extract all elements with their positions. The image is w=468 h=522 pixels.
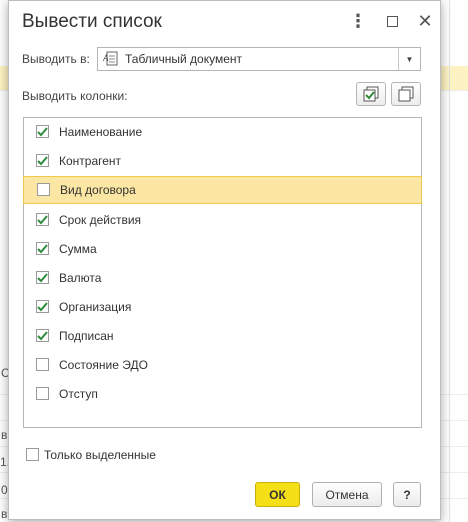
checkbox-checked[interactable] [36, 329, 49, 342]
more-actions-icon[interactable]: ⋮ [348, 11, 368, 31]
column-item[interactable]: Организация [24, 293, 421, 321]
uncheck-all-icon [398, 86, 414, 102]
columns-list: Наименование Контрагент Вид договора Сро… [23, 117, 422, 428]
spreadsheet-doc-icon: A [102, 51, 119, 69]
column-label: Валюта [59, 271, 102, 285]
check-all-icon [363, 86, 379, 102]
svg-text:A: A [103, 53, 109, 63]
column-label: Состояние ЭДО [59, 358, 148, 372]
bg-divider [449, 0, 450, 522]
checkbox-checked[interactable] [36, 271, 49, 284]
output-list-dialog: Вывести список ⋮ ✕ Выводить в: A Табличн… [8, 0, 441, 520]
maximize-icon[interactable] [382, 11, 402, 31]
checkbox-checked[interactable] [36, 213, 49, 226]
column-item[interactable]: Контрагент [24, 147, 421, 175]
column-label: Вид договора [60, 183, 136, 197]
checkbox-unchecked[interactable] [36, 387, 49, 400]
output-to-select[interactable]: A Табличный документ ▼ [97, 47, 421, 71]
checkbox-checked[interactable] [36, 125, 49, 138]
column-item[interactable]: Состояние ЭДО [24, 351, 421, 379]
column-item[interactable]: Наименование [24, 118, 421, 146]
checkbox-unchecked[interactable] [36, 358, 49, 371]
column-label: Подписан [59, 329, 114, 343]
selected-only-checkbox[interactable] [26, 448, 39, 461]
column-label: Контрагент [59, 154, 122, 168]
bg-cell-text: 0 [1, 483, 8, 497]
output-to-label: Выводить в: [22, 52, 90, 66]
checkbox-unchecked[interactable] [37, 183, 50, 196]
ok-button[interactable]: ОК [255, 482, 300, 507]
checkbox-checked[interactable] [36, 300, 49, 313]
close-icon[interactable]: ✕ [415, 11, 435, 31]
column-label: Наименование [59, 125, 143, 139]
column-label: Отступ [59, 387, 98, 401]
dropdown-arrow-icon[interactable]: ▼ [398, 48, 420, 70]
column-item[interactable]: Срок действия [24, 206, 421, 234]
column-item[interactable]: Сумма [24, 235, 421, 263]
checkbox-checked[interactable] [36, 242, 49, 255]
column-label: Срок действия [59, 213, 142, 227]
column-item[interactable]: Отступ [24, 380, 421, 408]
dialog-title: Вывести список [22, 11, 162, 32]
bg-cell-text: в [1, 428, 8, 442]
output-to-value: Табличный документ [125, 52, 243, 66]
column-item-selected[interactable]: Вид договора [23, 176, 422, 204]
column-label: Сумма [59, 242, 97, 256]
uncheck-all-button[interactable] [391, 82, 421, 106]
bg-cell-text: в [1, 507, 8, 521]
column-item[interactable]: Подписан [24, 322, 421, 350]
cancel-button[interactable]: Отмена [312, 482, 382, 507]
checkbox-checked[interactable] [36, 154, 49, 167]
selected-only-label: Только выделенные [44, 448, 156, 462]
column-item[interactable]: Валюта [24, 264, 421, 292]
column-label: Организация [59, 300, 132, 314]
check-all-button[interactable] [356, 82, 386, 106]
columns-label: Выводить колонки: [22, 89, 128, 103]
help-button[interactable]: ? [393, 482, 421, 507]
